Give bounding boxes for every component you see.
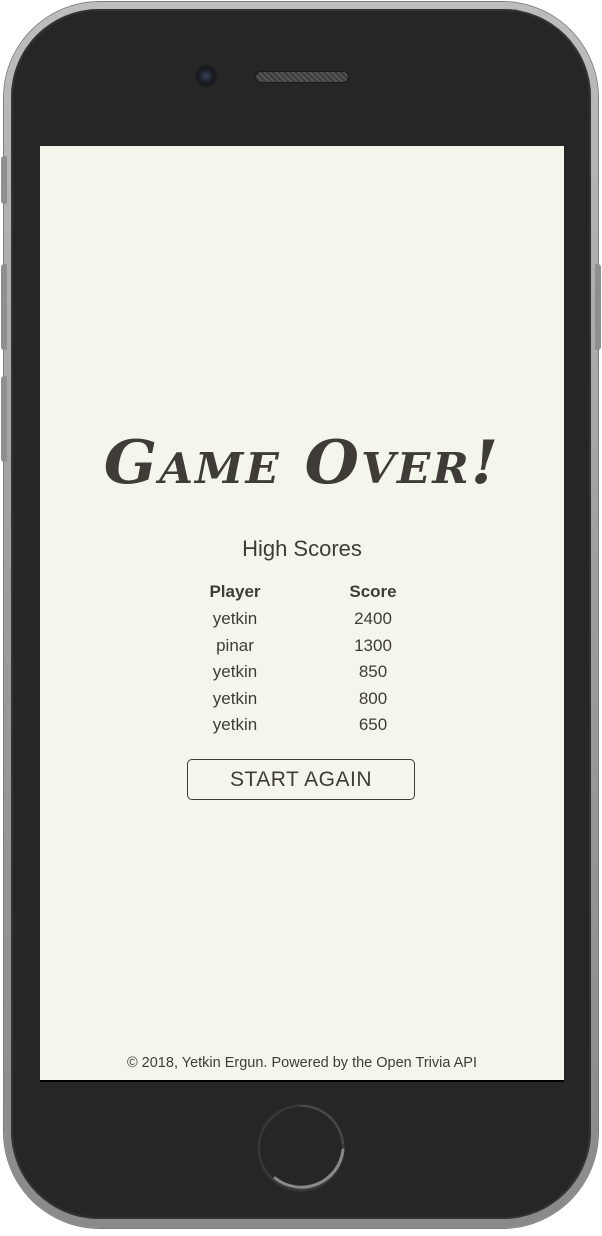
score-cell: 800 (358, 688, 388, 708)
column-gap (270, 659, 338, 686)
footer-credit: © 2018, Yetkin Ergun. Powered by the Ope… (126, 1055, 478, 1071)
earpiece-speaker-icon (256, 72, 348, 82)
mute-switch (1, 156, 7, 204)
player-cell: yetkin (212, 715, 258, 735)
game-over-title: Game Over! (103, 428, 501, 498)
home-button-icon[interactable] (257, 1104, 345, 1192)
score-cell: 1300 (354, 635, 392, 655)
player-cell: yetkin (212, 662, 258, 682)
high-scores-heading: High Scores (242, 536, 362, 561)
score-cell: 2400 (354, 609, 392, 629)
player-cell: pinar (216, 635, 254, 655)
start-again-button[interactable]: START AGAIN (187, 759, 415, 800)
column-gap (270, 712, 338, 739)
table-row: yetkin 650 (200, 712, 408, 739)
app-screen: Game Over! High Scores Player Score yetk… (40, 146, 564, 1080)
table-row: yetkin 800 (200, 686, 408, 713)
score-column-header: Score (349, 582, 397, 601)
table-row: yetkin 2400 (200, 606, 408, 633)
table-row: yetkin 850 (200, 659, 408, 686)
table-row: pinar 1300 (200, 633, 408, 660)
column-gap (270, 606, 338, 633)
score-cell: 850 (358, 662, 388, 682)
volume-down-button (1, 376, 7, 462)
column-gap (270, 578, 338, 606)
player-column-header: Player (209, 582, 261, 601)
player-cell: yetkin (212, 609, 258, 629)
player-cell: yetkin (212, 688, 258, 708)
power-button (595, 264, 601, 350)
front-camera-icon (197, 67, 215, 85)
column-gap (270, 633, 338, 660)
score-cell: 650 (358, 715, 388, 735)
column-gap (270, 686, 338, 713)
volume-up-button (1, 264, 7, 350)
home-button-ring (258, 1104, 345, 1191)
table-header-row: Player Score (200, 578, 408, 606)
high-scores-table: Player Score yetkin 2400 pinar 1300 yetk… (200, 578, 408, 739)
